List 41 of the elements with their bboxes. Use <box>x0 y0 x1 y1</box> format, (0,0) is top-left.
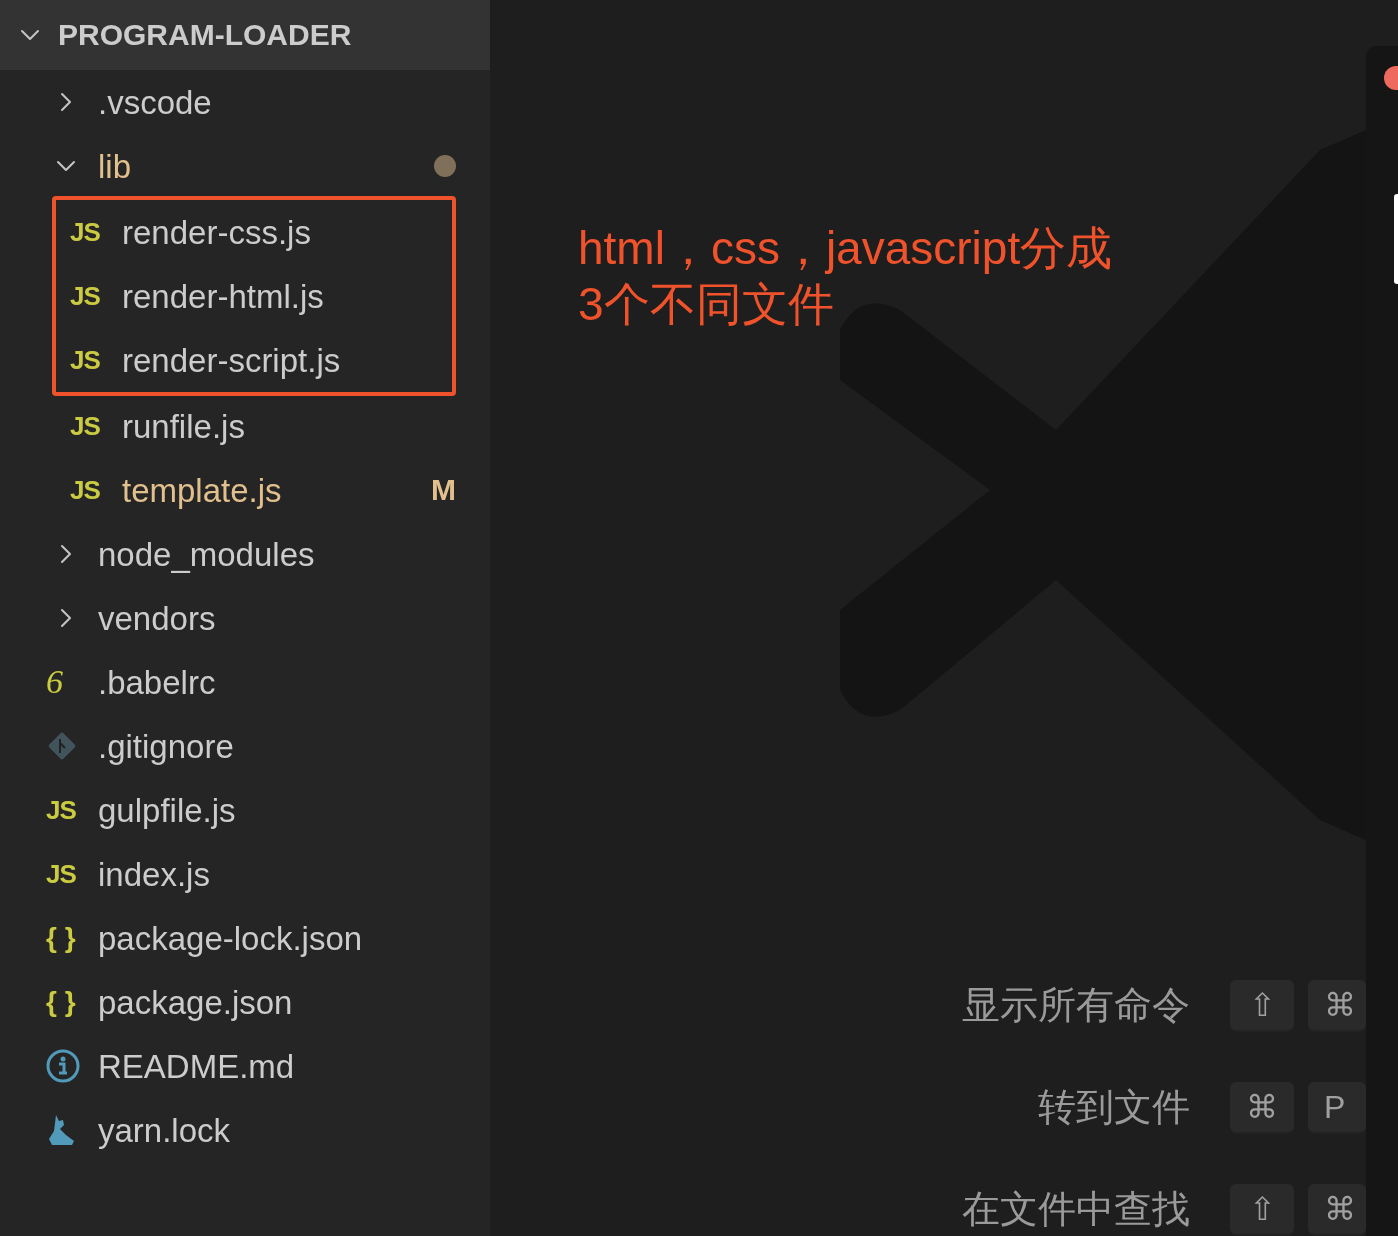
file-name[interactable]: yarn.lock <box>98 1113 231 1147</box>
info-icon <box>46 1049 80 1083</box>
shortcut-label: 显示所有命令 <box>962 986 1190 1024</box>
project-title: PROGRAM-LOADER <box>58 20 352 50</box>
key-cap: ⌘ <box>1308 980 1366 1030</box>
file-name[interactable]: .babelrc <box>98 665 216 699</box>
folder-name[interactable]: lib <box>98 149 132 183</box>
file-name[interactable]: package-lock.json <box>98 921 363 955</box>
modified-label: M <box>431 475 456 505</box>
file-name[interactable]: runfile.js <box>122 409 245 443</box>
file-name[interactable]: gulpfile.js <box>98 793 236 827</box>
json-file-icon: { } <box>46 988 86 1016</box>
json-file-icon: { } <box>46 924 86 952</box>
key-cap: ⇧ <box>1230 980 1294 1030</box>
js-file-icon: JS <box>46 797 86 823</box>
annotation-text: html，css，javascript分成 3个不同文件 <box>578 221 1114 332</box>
key-cap: ⌘ <box>1308 1184 1366 1234</box>
explorer-header[interactable]: PROGRAM-LOADER <box>0 0 490 70</box>
file-name[interactable]: README.md <box>98 1049 295 1083</box>
key-cap: ⇧ <box>1230 1184 1294 1234</box>
folder-name[interactable]: node_modules <box>98 537 315 571</box>
shortcut-label: 在文件中查找 <box>962 1190 1190 1228</box>
js-file-icon: JS <box>46 861 86 887</box>
file-name[interactable]: render-script.js <box>122 343 341 377</box>
js-file-icon: JS <box>70 283 110 309</box>
folder-name[interactable]: .vscode <box>98 85 212 119</box>
file-name[interactable]: index.js <box>98 857 210 891</box>
js-file-icon: JS <box>70 477 110 503</box>
file-name[interactable]: .gitignore <box>98 729 234 763</box>
js-file-icon: JS <box>70 413 110 439</box>
folder-name[interactable]: vendors <box>98 601 216 635</box>
js-file-icon: JS <box>70 219 110 245</box>
key-cap: ⌘ <box>1230 1082 1294 1132</box>
file-name[interactable]: package.json <box>98 985 293 1019</box>
file-name[interactable]: render-html.js <box>122 279 324 313</box>
babel-file-icon: 6 <box>46 665 86 699</box>
js-file-icon: JS <box>70 347 110 373</box>
key-cap: P <box>1308 1082 1366 1132</box>
shortcut-label: 转到文件 <box>1038 1088 1190 1126</box>
file-name[interactable]: template.js <box>122 473 282 507</box>
file-name[interactable]: render-css.js <box>122 215 311 249</box>
